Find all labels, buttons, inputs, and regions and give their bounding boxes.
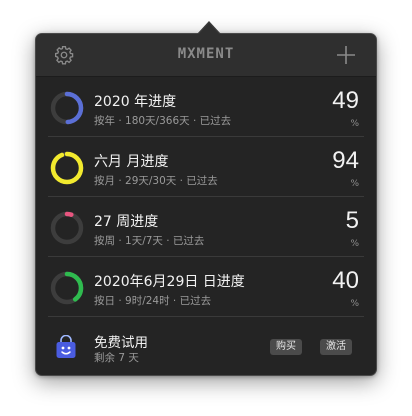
row-percent-unit: %	[350, 299, 359, 309]
week-progress-ring	[50, 211, 84, 245]
trial-title: 免费试用	[94, 335, 148, 351]
month-progress-ring	[50, 151, 84, 185]
row-percent-unit: %	[350, 239, 359, 249]
add-icon[interactable]	[336, 45, 356, 65]
popover-arrow-inner	[198, 23, 220, 35]
progress-row-month[interactable]: 六月 月进度 按月 · 29天/30天 · 已过去 94 %	[36, 137, 376, 197]
row-title: 2020 年进度	[94, 94, 177, 110]
progress-row-week[interactable]: 27 周进度 按周 · 1天/7天 · 已过去 5 %	[36, 197, 376, 257]
row-percent-unit: %	[350, 179, 359, 189]
row-subtitle: 按周 · 1天/7天 · 已过去	[94, 235, 205, 247]
row-title: 2020年6月29日 日进度	[94, 274, 245, 290]
activate-button[interactable]: 激活	[320, 339, 352, 355]
row-title: 27 周进度	[94, 214, 159, 230]
row-percent-value: 94	[332, 147, 359, 174]
app-logo: MXMENT	[177, 46, 235, 62]
row-subtitle: 按年 · 180天/366天 · 已过去	[94, 115, 232, 127]
trial-days-remaining: 剩余 7 天	[94, 352, 139, 364]
year-progress-ring	[50, 91, 84, 125]
progress-row-year[interactable]: 2020 年进度 按年 · 180天/366天 · 已过去 49 %	[36, 77, 376, 137]
row-subtitle: 按日 · 9时/24时 · 已过去	[94, 295, 212, 307]
progress-row-day[interactable]: 2020年6月29日 日进度 按日 · 9时/24时 · 已过去 40 %	[36, 257, 376, 317]
moment-popover: MXMENT 2020 年进度 按年 · 180天/366天 · 已过去 49 …	[35, 33, 377, 376]
buy-button[interactable]: 购买	[270, 339, 302, 355]
trial-section: 免费试用 剩余 7 天 购买 激活	[36, 317, 376, 375]
row-subtitle: 按月 · 29天/30天 · 已过去	[94, 175, 218, 187]
row-percent-value: 40	[332, 267, 359, 294]
header-bar: MXMENT	[36, 34, 376, 77]
row-percent-value: 5	[345, 207, 359, 234]
row-percent-value: 49	[332, 87, 359, 114]
row-title: 六月 月进度	[94, 154, 169, 170]
day-progress-ring	[50, 271, 84, 305]
shopping-bag-icon	[56, 335, 76, 358]
row-percent-unit: %	[350, 119, 359, 129]
